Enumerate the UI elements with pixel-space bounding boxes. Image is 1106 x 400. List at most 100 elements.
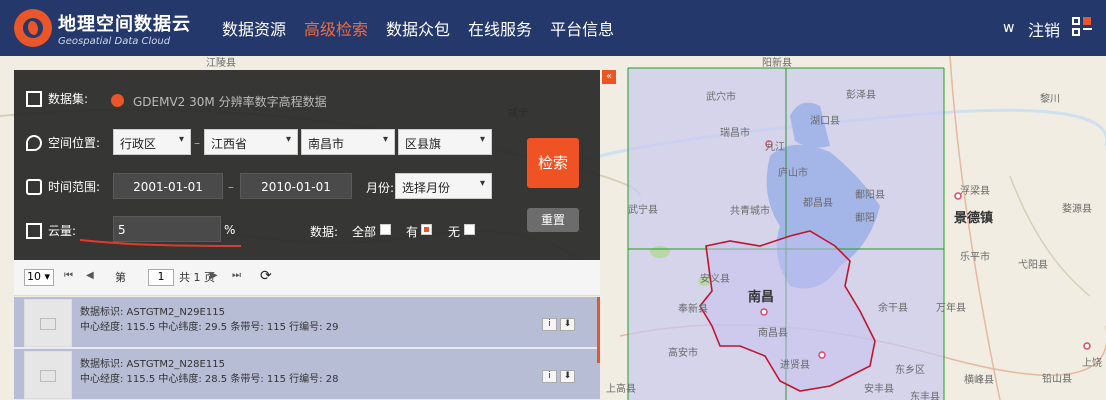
map-label: 上高县	[606, 384, 636, 395]
map-label-city: 南昌	[748, 290, 775, 305]
percent-label: %	[224, 223, 236, 237]
dataset-icon	[26, 90, 42, 107]
dataset-select-icon[interactable]	[111, 94, 124, 107]
page-number-input[interactable]: 1	[148, 269, 174, 286]
search-panel: 数据集: GDEMV2 30M 分辨率数字高程数据 空间位置: 行政区 ▾ – 江…	[14, 70, 600, 260]
map-label: 共青城市	[730, 206, 770, 217]
map-label: 黎川	[1040, 94, 1060, 105]
map-label: 乐平市	[960, 252, 990, 263]
map-label: 铅山县	[1042, 374, 1072, 385]
download-icon[interactable]: ⬇	[560, 318, 575, 331]
result-details: 中心经度: 115.5 中心纬度: 28.5 条带号: 115 行编号: 28	[80, 374, 339, 385]
dataset-value[interactable]: GDEMV2 30M 分辨率数字高程数据	[133, 93, 327, 110]
map-label: 高安市	[668, 348, 698, 359]
image-placeholder-icon	[24, 299, 72, 347]
option-yes-label: 有	[406, 225, 419, 239]
map-label: 武宁县	[628, 205, 658, 216]
map-label-city: 景德镇	[954, 211, 994, 226]
dataset-label: 数据集:	[48, 92, 89, 106]
time-label: 时间范围:	[48, 180, 101, 194]
nav-platform-info[interactable]: 平台信息	[550, 16, 614, 40]
map-label: 鄱阳县	[855, 190, 885, 201]
map-label: 奉新县	[678, 304, 708, 315]
map-label: 上饶	[1082, 358, 1102, 369]
map-label: 横峰县	[964, 375, 994, 386]
clock-icon	[26, 178, 42, 195]
map-label: 安丰县	[864, 384, 894, 395]
results-scrollbar[interactable]	[597, 297, 600, 363]
globe-logo-icon	[14, 9, 52, 47]
option-yes-checkbox[interactable]	[421, 224, 432, 235]
map-label: 鄱阳	[855, 213, 875, 224]
first-page-icon[interactable]: ⏮	[64, 270, 73, 281]
data-label: 数据:	[310, 225, 339, 239]
results-list: 数据标识: ASTGTM2_N29E115 中心经度: 115.5 中心纬度: …	[14, 297, 600, 400]
prev-page-icon[interactable]: ◀	[86, 270, 94, 281]
result-id: 数据标识: ASTGTM2_N29E115	[80, 307, 225, 318]
page-size-select[interactable]: 10 ▾	[24, 269, 54, 286]
result-item[interactable]: 数据标识: ASTGTM2_N28E115 中心经度: 115.5 中心纬度: …	[14, 349, 600, 400]
map-label: 江陵县	[206, 58, 236, 69]
option-all-checkbox[interactable]	[380, 224, 391, 235]
map-label: 东乡区	[895, 365, 925, 376]
map-label: 庐山市	[778, 168, 808, 179]
search-button[interactable]: 检索	[527, 138, 579, 188]
map-label: 都昌县	[803, 198, 833, 209]
logo-title: 地理空间数据云	[58, 13, 191, 35]
option-no-label: 无	[448, 225, 461, 239]
map-label: 瑞昌市	[720, 128, 750, 139]
logo-subtitle: Geospatial Data Cloud	[58, 35, 171, 47]
nav-data-crowdsourcing[interactable]: 数据众包	[386, 16, 450, 40]
site-logo[interactable]: 地理空间数据云 Geospatial Data Cloud	[14, 9, 200, 47]
username[interactable]: w	[1003, 20, 1014, 36]
main-nav: 数据资源 高级检索 数据众包 在线服务 平台信息	[222, 16, 632, 40]
map-label: 湖口县	[810, 116, 840, 127]
info-icon[interactable]: i	[542, 318, 557, 331]
month-select[interactable]: 选择月份 ▾	[395, 173, 492, 199]
download-icon[interactable]: ⬇	[560, 370, 575, 383]
county-select[interactable]: 区县旗 ▾	[398, 129, 492, 155]
option-no-checkbox[interactable]	[464, 224, 475, 235]
map-label: 东丰县	[910, 392, 940, 400]
end-date-input[interactable]: 2010-01-01	[240, 173, 352, 199]
province-select[interactable]: 江西省 ▾	[204, 129, 298, 155]
location-type-select[interactable]: 行政区 ▾	[113, 129, 191, 155]
map-label: 安义县	[700, 274, 730, 285]
map-label: 婺源县	[1062, 204, 1092, 215]
last-page-icon[interactable]: ⏭	[232, 270, 241, 281]
cloud-label: 云量:	[48, 224, 77, 238]
option-all-label: 全部	[352, 225, 377, 239]
map-label: 弋阳县	[1018, 260, 1048, 271]
month-label: 月份:	[366, 181, 395, 195]
map-label: 九江	[765, 142, 785, 153]
map-label: 万年县	[936, 303, 966, 314]
page-prefix: 第	[115, 271, 126, 284]
result-id: 数据标识: ASTGTM2_N28E115	[80, 359, 225, 370]
cloud-icon	[26, 222, 42, 239]
result-item[interactable]: 数据标识: ASTGTM2_N29E115 中心经度: 115.5 中心纬度: …	[14, 297, 600, 349]
nav-online-service[interactable]: 在线服务	[468, 16, 532, 40]
pagination-bar: 10 ▾ ⏮ ◀ 第 1 共 1 页 ▶ ⏭ ⟳	[14, 260, 600, 296]
top-navbar: 地理空间数据云 Geospatial Data Cloud 数据资源 高级检索 …	[0, 0, 1106, 56]
nav-advanced-search[interactable]: 高级检索	[304, 16, 368, 40]
nav-data-resources[interactable]: 数据资源	[222, 16, 286, 40]
map-label: 南昌县	[758, 328, 788, 339]
refresh-icon[interactable]: ⟳	[260, 268, 272, 284]
qr-code-icon[interactable]	[1072, 17, 1092, 37]
map-label: 浮梁县	[960, 186, 990, 197]
red-annotation-line	[79, 239, 242, 247]
location-pin-icon	[26, 134, 42, 151]
reset-button[interactable]: 重置	[527, 208, 579, 232]
map-label: 阳新县	[762, 58, 792, 69]
next-page-icon[interactable]: ▶	[210, 270, 218, 281]
location-label: 空间位置:	[48, 136, 101, 150]
result-details: 中心经度: 115.5 中心纬度: 29.5 条带号: 115 行编号: 29	[80, 322, 339, 333]
info-icon[interactable]: i	[542, 370, 557, 383]
map-label: 进贤县	[780, 360, 810, 371]
city-select[interactable]: 南昌市 ▾	[301, 129, 395, 155]
logout-link[interactable]: 注销	[1028, 17, 1060, 41]
start-date-input[interactable]: 2001-01-01	[113, 173, 223, 199]
image-placeholder-icon	[24, 351, 72, 399]
map-label: 武穴市	[706, 92, 736, 103]
collapse-panel-button[interactable]: «	[602, 70, 616, 84]
